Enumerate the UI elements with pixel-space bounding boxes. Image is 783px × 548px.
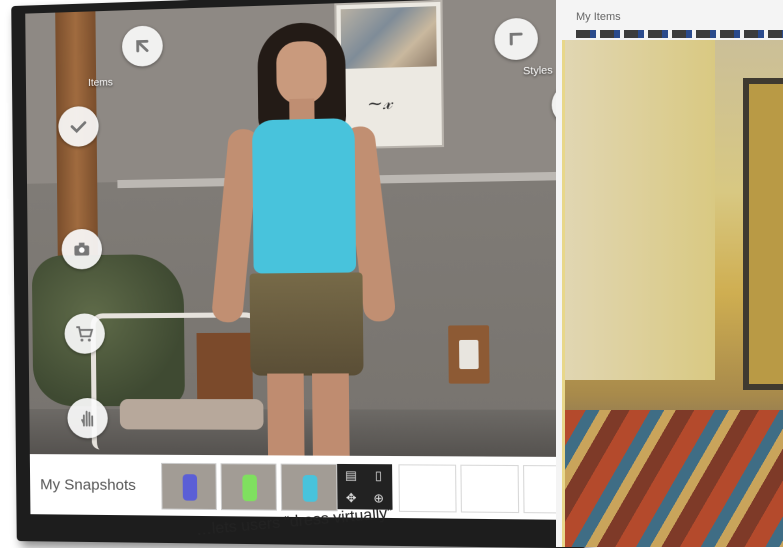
right-panel: My Items — [556, 0, 783, 547]
thumbnail-figure — [303, 475, 318, 502]
delete-icon[interactable]: ▯ — [365, 464, 393, 487]
items-strip — [576, 30, 783, 38]
patterned-rug — [565, 410, 783, 547]
empty-snapshot-slot[interactable] — [460, 465, 519, 513]
styles-label: Styles — [523, 65, 553, 77]
snapshot-thumbnail[interactable] — [161, 463, 217, 510]
check-icon — [67, 115, 89, 138]
shopping-cart-icon — [73, 322, 95, 344]
room-wall — [565, 40, 715, 380]
snapshot-thumbnail[interactable] — [221, 463, 277, 510]
picture-photo — [341, 6, 437, 69]
camera-view: ~𝓍 Items Styles — [25, 0, 573, 457]
camera-button[interactable] — [61, 229, 102, 270]
snapshots-label: My Snapshots — [40, 476, 136, 494]
right-camera-view — [562, 40, 783, 547]
camera-icon — [71, 238, 93, 260]
save-icon[interactable]: ▤ — [337, 464, 365, 487]
cart-button[interactable] — [64, 313, 105, 353]
person-legs — [267, 373, 349, 455]
my-items-title: My Items — [576, 11, 621, 23]
person-face — [276, 41, 327, 106]
items-label: Items — [88, 77, 113, 89]
hand-button[interactable] — [67, 398, 108, 438]
snapshot-tools: ▤ ▯ ✥ ⊕ — [337, 464, 392, 510]
kiosk-screen: ~𝓍 Items Styles My Snapshots ▤ ▯ ✥ ⊕ — [11, 0, 586, 548]
person-skirt — [250, 272, 364, 375]
snapshots-bar: My Snapshots ▤ ▯ ✥ ⊕ — [30, 454, 574, 520]
person-tank-top — [252, 118, 356, 274]
arrow-up-left-icon — [504, 27, 528, 51]
empty-snapshot-slot[interactable] — [398, 464, 456, 512]
thumbnail-figure — [242, 475, 257, 502]
hand-icon — [76, 407, 98, 429]
thumbnail-figure — [183, 474, 198, 501]
snapshot-thumbnail[interactable] — [281, 464, 338, 512]
chair-cushion — [120, 399, 264, 430]
picture-signature: ~𝓍 — [367, 92, 392, 114]
door-frame — [743, 78, 783, 390]
wall-outlet — [448, 325, 489, 383]
arrow-up-left-icon — [131, 35, 154, 58]
move-icon[interactable]: ✥ — [337, 487, 365, 510]
